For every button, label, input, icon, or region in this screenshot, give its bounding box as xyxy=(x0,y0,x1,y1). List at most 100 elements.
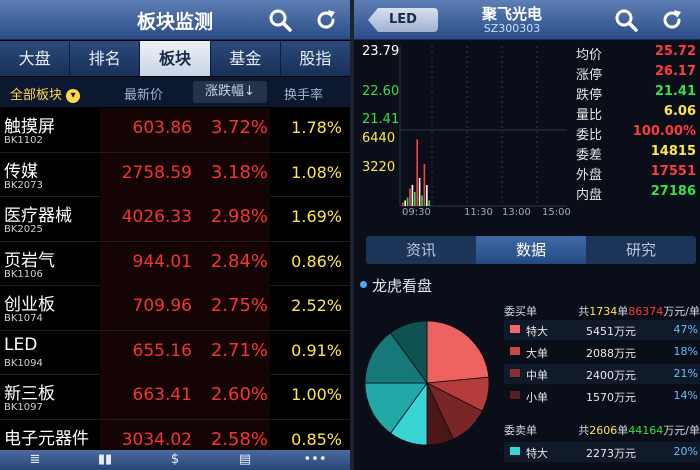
bottom-toolbar: ≣ ▮▮ $ ▤ ••• xyxy=(0,450,350,470)
column-header: 全部板块 ▾ 最新价 涨跌幅↓ 换手率 xyxy=(0,77,350,107)
sector-change: 3.18% xyxy=(210,161,268,183)
stock-name: 聚飞光电 xyxy=(481,5,542,23)
search-icon[interactable] xyxy=(614,8,638,32)
tab-ranking[interactable]: 排名 xyxy=(70,41,141,76)
buy-amount-unit: 万元/单 xyxy=(663,305,700,318)
legend-amount: 2088万元 xyxy=(586,347,636,360)
legend-percent: 14% xyxy=(673,389,698,402)
volume-bar xyxy=(411,185,414,206)
legend-percent: 18% xyxy=(673,345,698,358)
time-label: 09:30 xyxy=(402,207,431,218)
sector-price: 663.41 xyxy=(132,385,192,405)
sector-change: 2.75% xyxy=(210,295,268,316)
table-row[interactable]: 触摸屏 BK1102 603.86 3.72% 1.78% xyxy=(0,108,350,153)
sector-turnover: 0.85% xyxy=(291,429,342,449)
search-icon[interactable] xyxy=(268,8,292,32)
volume-bar xyxy=(426,185,428,206)
stat-value: 25.72 xyxy=(654,44,696,59)
sector-code: BK1094 xyxy=(4,357,43,369)
header-turnover[interactable]: 换手率 xyxy=(284,84,323,103)
table-row[interactable]: LED BK1094 655.16 2.71% 0.91% xyxy=(0,330,350,375)
stat-value: 14815 xyxy=(650,144,696,159)
sector-turnover: 1.00% xyxy=(291,385,342,404)
refresh-icon[interactable] xyxy=(660,8,684,32)
sell-unit: 单 xyxy=(617,424,629,437)
sector-name: 页岩气 xyxy=(4,250,55,271)
table-row[interactable]: 页岩气 BK1106 944.01 2.84% 0.86% xyxy=(0,241,350,286)
table-row[interactable]: 传媒 BK2073 2758.59 3.18% 1.08% xyxy=(0,152,350,197)
tab-data[interactable]: 数据 xyxy=(476,236,586,264)
buy-unit: 单 xyxy=(617,305,629,318)
news-icon[interactable]: ▤ xyxy=(210,450,280,470)
volume-bar xyxy=(409,188,411,206)
stat-value: 26.17 xyxy=(654,64,696,79)
volume-bar xyxy=(416,139,418,206)
sector-name: 新三板 xyxy=(4,384,55,404)
legend-swatch xyxy=(510,325,520,333)
sector-turnover: 0.86% xyxy=(291,251,342,271)
stat-value: 17551 xyxy=(650,164,696,179)
volume-bar xyxy=(414,192,416,206)
stock-detail-panel: LED 聚飞光电 SZ300303 23.79 22.60 21.41 6440… xyxy=(354,0,700,470)
legend-label: 特大 xyxy=(526,325,548,338)
chevron-down-icon: ▾ xyxy=(66,89,81,103)
legend-amount: 1570万元 xyxy=(586,391,636,404)
cart-icon[interactable]: ≣ xyxy=(0,450,70,470)
table-row[interactable]: 创业板 BK1074 709.96 2.75% 2.52% xyxy=(0,286,350,331)
legend-amount: 5451万元 xyxy=(586,325,636,338)
sector-turnover: 1.78% xyxy=(291,118,342,137)
sector-change: 2.98% xyxy=(210,206,268,227)
order-pie-chart xyxy=(364,320,490,446)
legend-item: 小单 1570万元 14% xyxy=(504,386,700,406)
chart-icon[interactable]: ▮▮ xyxy=(70,450,140,470)
header-change-sort[interactable]: 涨跌幅↓ xyxy=(193,81,267,103)
time-label: 11:30 xyxy=(464,207,493,218)
sector-change: 3.72% xyxy=(210,117,268,138)
sector-change: 2.84% xyxy=(210,250,268,272)
money-bag-icon[interactable]: $ xyxy=(140,450,210,470)
tab-news[interactable]: 资讯 xyxy=(366,236,476,264)
tab-sector[interactable]: 板块 xyxy=(140,41,211,76)
volume-bar xyxy=(406,197,409,206)
legend-percent: 47% xyxy=(673,323,698,336)
legend-item: 特大 2273万元 20% xyxy=(504,442,700,462)
stat-row: 委差 14815 xyxy=(574,142,696,163)
legend-amount: 2273万元 xyxy=(586,447,636,460)
sector-code: BK2025 xyxy=(4,224,43,235)
sector-turnover: 1.69% xyxy=(291,207,342,226)
price-label-low: 21.41 xyxy=(362,112,400,127)
sell-amount-unit: 万元/单 xyxy=(663,424,700,437)
header-latest-price[interactable]: 最新价 xyxy=(124,84,163,103)
tab-index[interactable]: 股指 xyxy=(281,41,350,76)
sort-down-icon: ↓ xyxy=(244,84,255,99)
time-label: 13:00 xyxy=(502,207,531,218)
quote-stats: 均价 25.72 涨停 26.17 跌停 21.41 量比 6.06 委比 100.00% 委差 14… xyxy=(574,42,696,203)
legend-swatch xyxy=(510,447,520,455)
sector-name: 电子元器件 xyxy=(4,428,89,449)
sector-filter[interactable]: 全部板块 ▾ xyxy=(10,84,81,103)
tab-research[interactable]: 研究 xyxy=(586,236,696,264)
table-row[interactable]: 医疗器械 BK2025 4026.33 2.98% 1.69% xyxy=(0,197,350,242)
more-icon[interactable]: ••• xyxy=(280,450,350,470)
sell-count: 2606 xyxy=(589,424,618,437)
intraday-chart[interactable]: 23.79 22.60 21.41 6440 3220 09:30 11:30 … xyxy=(362,42,572,222)
price-label-high: 23.79 xyxy=(362,44,400,59)
sector-turnover: 0.91% xyxy=(291,340,342,360)
right-nav-bar: LED 聚飞光电 SZ300303 xyxy=(354,0,700,40)
volume-bar xyxy=(423,164,426,206)
refresh-icon[interactable] xyxy=(314,8,338,32)
sector-price: 603.86 xyxy=(132,118,192,138)
volume-bar xyxy=(428,200,430,206)
tab-fund[interactable]: 基金 xyxy=(211,41,281,76)
sell-orders-label: 委卖单 xyxy=(504,424,537,437)
pie-slice xyxy=(426,320,490,384)
sector-price: 655.16 xyxy=(132,340,192,361)
sector-code: BK1074 xyxy=(4,313,43,324)
volume-bar xyxy=(402,202,404,206)
legend-label: 中单 xyxy=(526,369,548,382)
stat-row: 内盘 27186 xyxy=(574,182,696,203)
tab-market[interactable]: 大盘 xyxy=(0,41,71,76)
sector-turnover: 1.08% xyxy=(291,162,342,182)
sector-name: LED xyxy=(4,334,38,355)
table-row[interactable]: 新三板 BK1097 663.41 2.60% 1.00% xyxy=(0,375,350,420)
